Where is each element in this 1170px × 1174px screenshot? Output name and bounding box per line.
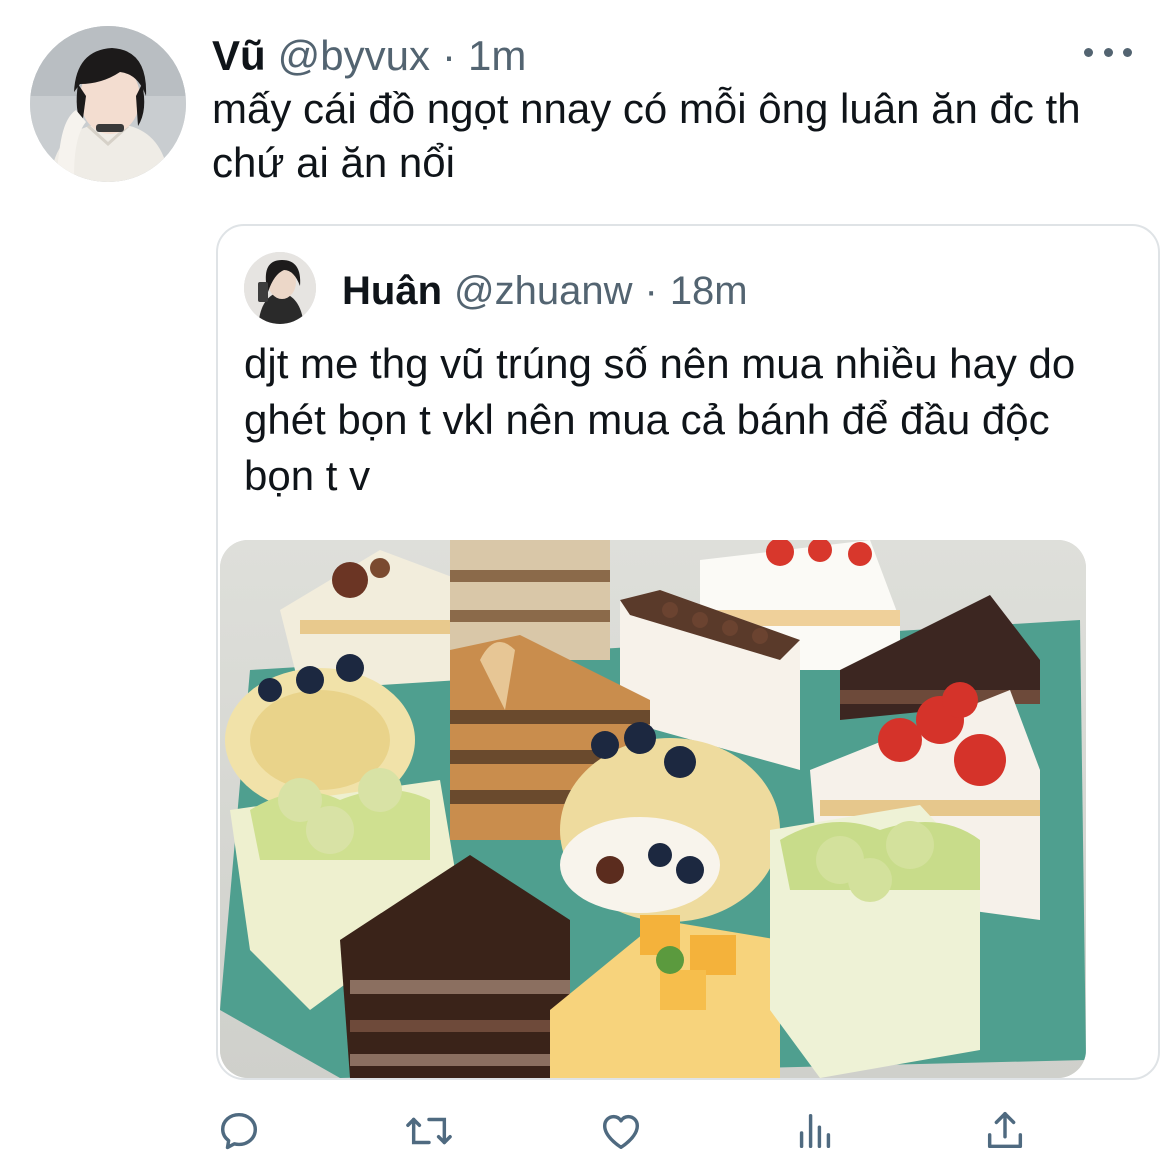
author-avatar-image	[30, 26, 186, 182]
author-handle[interactable]: @byvux	[278, 32, 430, 80]
quoted-tweet-time[interactable]: 18m	[670, 269, 748, 314]
quoted-author-avatar[interactable]	[244, 252, 316, 324]
quoted-tweet-photo[interactable]	[220, 540, 1086, 1078]
quoted-meta-separator: ·	[644, 268, 658, 313]
tweet-text: mấy cái đồ ngọt nnay có mỗi ông luân ăn …	[212, 85, 1081, 186]
more-options-button[interactable]	[1084, 38, 1132, 66]
more-horizontal-icon-dot	[1103, 47, 1113, 57]
share-icon	[987, 1112, 1023, 1149]
analytics-icon	[799, 1113, 831, 1149]
more-horizontal-icon	[1084, 47, 1093, 57]
retweet-icon	[406, 1117, 452, 1145]
author-avatar[interactable]	[30, 26, 186, 182]
reply-icon	[220, 1112, 258, 1150]
cakes-photo	[220, 540, 1086, 1078]
author-name[interactable]: Vũ	[212, 32, 266, 80]
quoted-author-handle[interactable]: @zhuanw	[454, 269, 632, 314]
analytics-button[interactable]	[790, 1106, 840, 1156]
retweet-button[interactable]	[404, 1106, 454, 1156]
like-button[interactable]	[596, 1106, 646, 1156]
tweet-time[interactable]: 1m	[468, 32, 526, 80]
heart-icon	[602, 1114, 640, 1150]
reply-button[interactable]	[214, 1106, 264, 1156]
meta-separator: ·	[442, 32, 457, 79]
quoted-tweet-card[interactable]: Huân @zhuanw · 18m djt me thg vũ trúng s…	[216, 224, 1160, 1080]
share-button[interactable]	[980, 1106, 1030, 1156]
quoted-author-avatar-image	[244, 252, 316, 324]
quoted-tweet-text: djt me thg vũ trúng số nên mua nhiều hay…	[244, 340, 1076, 499]
more-horizontal-icon-dot	[1123, 47, 1132, 57]
tweet-meta: Vũ @byvux · 1m	[212, 30, 526, 82]
quoted-tweet-meta: Huân @zhuanw · 18m	[342, 266, 748, 316]
quoted-author-name[interactable]: Huân	[342, 269, 442, 314]
